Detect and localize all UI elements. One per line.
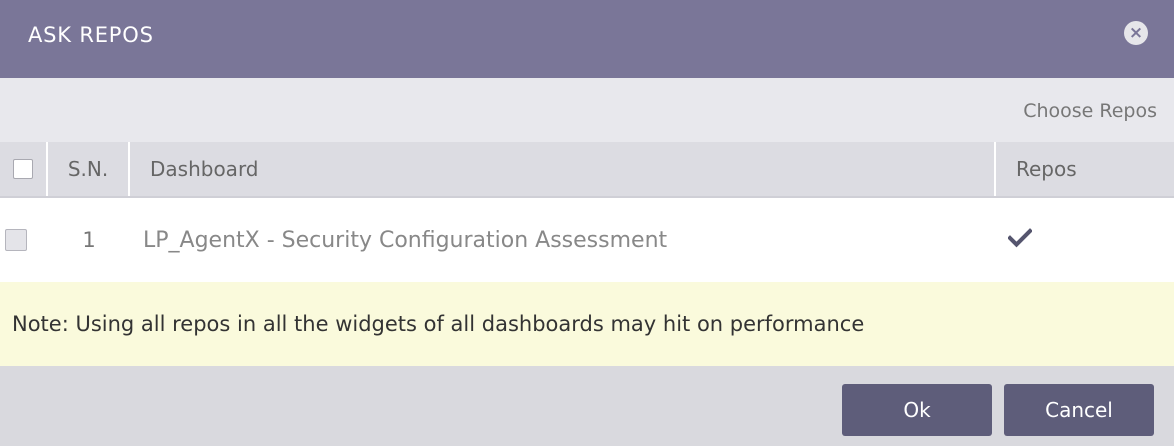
dialog-footer: Ok Cancel [0,366,1174,446]
dialog-header: ASK REPOS × [0,0,1174,78]
row-checkbox[interactable] [5,229,27,251]
column-header-dashboard[interactable]: Dashboard [130,142,996,196]
close-icon[interactable]: × [1124,21,1148,45]
performance-note: Note: Using all repos in all the widgets… [0,282,1174,366]
choose-repos-link[interactable]: Choose Repos [1023,100,1157,122]
row-sn: 1 [82,228,96,252]
row-repos-cell [996,228,1174,252]
row-dashboard-name: LP_AgentX - Security Configuration Asses… [143,227,668,253]
checkmark-icon[interactable] [1007,228,1033,248]
cancel-button[interactable]: Cancel [1004,384,1154,436]
column-header-repos[interactable]: Repos [996,142,1174,196]
ask-repos-dialog: ASK REPOS × Choose Repos S.N. Dashboard … [0,0,1174,446]
select-all-cell [0,142,48,196]
row-checkbox-cell [0,229,32,251]
ok-button[interactable]: Ok [842,384,992,436]
dialog-title: ASK REPOS [28,23,154,47]
toolbar: Choose Repos [0,78,1174,142]
select-all-checkbox[interactable] [13,159,33,179]
column-header-sn[interactable]: S.N. [48,142,130,196]
table-header: S.N. Dashboard Repos [0,142,1174,198]
table-row[interactable]: 1 LP_AgentX - Security Configuration Ass… [0,198,1174,282]
